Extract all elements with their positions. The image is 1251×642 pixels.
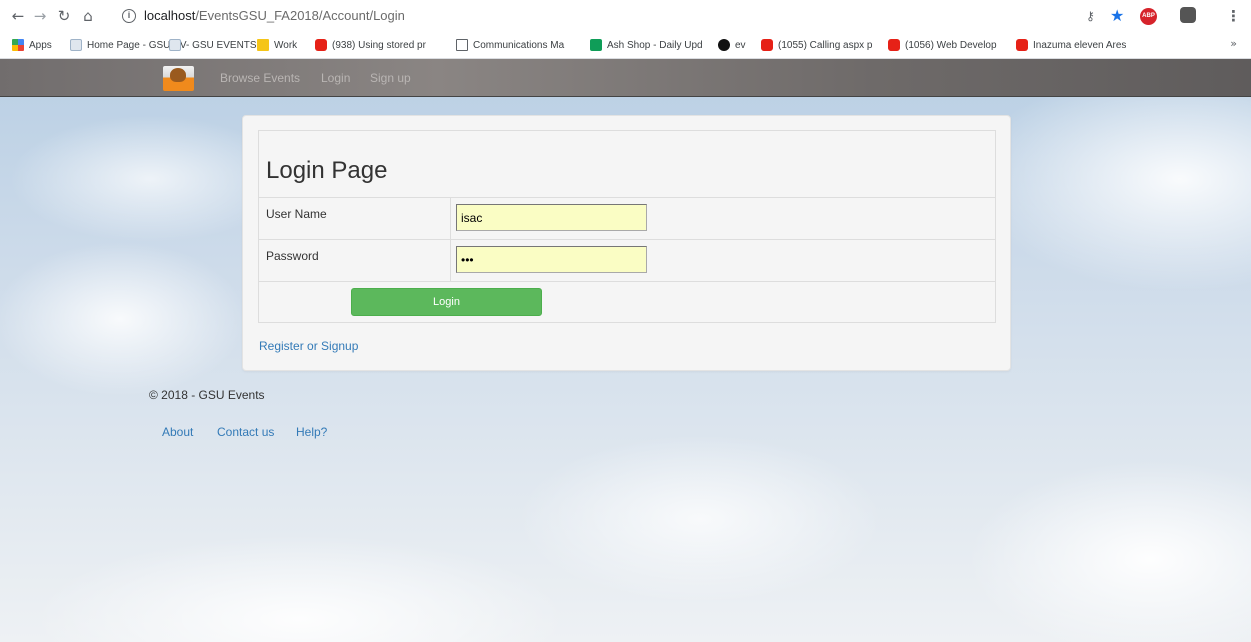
bookmark-folder-work[interactable]: Work bbox=[257, 37, 297, 53]
page-viewport: Browse Events Login Sign up Login Page U… bbox=[0, 59, 1251, 642]
reload-icon[interactable]: ↻ bbox=[54, 6, 74, 26]
bookmark-label: Ash Shop - Daily Upd bbox=[607, 39, 703, 51]
nav-login[interactable]: Login bbox=[321, 71, 350, 85]
bookmark-item[interactable]: Communications Ma bbox=[456, 37, 564, 53]
browser-chrome: ← → ↻ ⌂ i localhost/EventsGSU_FA2018/Acc… bbox=[0, 0, 1251, 59]
login-form-table: Login Page User Name Password Login bbox=[258, 130, 996, 323]
page-title: Login Page bbox=[266, 157, 388, 184]
url-path: /EventsGSU_FA2018/Account/Login bbox=[195, 8, 405, 23]
bookmark-label: (1055) Calling aspx p bbox=[778, 39, 873, 51]
bookmark-item[interactable]: - GSU EVENTS bbox=[169, 37, 257, 53]
footer-help-link[interactable]: Help? bbox=[296, 425, 327, 439]
nav-sign-up[interactable]: Sign up bbox=[370, 71, 411, 85]
nav-browse-events[interactable]: Browse Events bbox=[220, 71, 300, 85]
youtube-icon bbox=[1016, 39, 1028, 51]
login-panel: Login Page User Name Password Login Regi… bbox=[242, 115, 1011, 371]
register-link[interactable]: Register or Signup bbox=[259, 339, 358, 353]
bookmark-item[interactable]: (938) Using stored pr bbox=[315, 37, 426, 53]
youtube-icon bbox=[315, 39, 327, 51]
apps-grid-icon bbox=[12, 39, 24, 51]
bookmark-label: (1056) Web Develop bbox=[905, 39, 997, 51]
address-bar[interactable]: i localhost/EventsGSU_FA2018/Account/Log… bbox=[104, 3, 1134, 29]
url-host: localhost bbox=[144, 8, 196, 23]
bookmark-item[interactable]: Ash Shop - Daily Upd bbox=[590, 37, 703, 53]
sheets-icon bbox=[590, 39, 602, 51]
password-input[interactable] bbox=[456, 246, 647, 273]
forward-icon[interactable]: → bbox=[30, 6, 50, 26]
document-icon bbox=[456, 39, 468, 51]
adblock-icon[interactable]: ABP bbox=[1140, 8, 1157, 25]
button-row: Login bbox=[259, 282, 995, 322]
bookmark-label: ev bbox=[735, 39, 746, 51]
copyright-text: © 2018 - GSU Events bbox=[149, 388, 265, 402]
bookmarks-more-icon[interactable]: » bbox=[1230, 37, 1237, 50]
info-icon[interactable]: i bbox=[122, 9, 136, 23]
bookmark-item[interactable]: (1055) Calling aspx p bbox=[761, 37, 873, 53]
home-icon[interactable]: ⌂ bbox=[78, 6, 98, 26]
url-text[interactable]: localhost/EventsGSU_FA2018/Account/Login bbox=[144, 8, 405, 23]
page-icon bbox=[169, 39, 181, 51]
site-navbar: Browse Events Login Sign up bbox=[0, 59, 1251, 97]
bookmark-item[interactable]: Inazuma eleven Ares bbox=[1016, 37, 1126, 53]
bookmark-label: Inazuma eleven Ares bbox=[1033, 39, 1127, 51]
login-button[interactable]: Login bbox=[351, 288, 542, 316]
bookmark-label: (938) Using stored pr bbox=[332, 39, 426, 51]
kebab-menu-icon[interactable]: ⋮ bbox=[1226, 6, 1241, 26]
page-icon bbox=[70, 39, 82, 51]
password-row: Password bbox=[259, 240, 995, 282]
title-row: Login Page bbox=[259, 131, 995, 198]
back-icon[interactable]: ← bbox=[8, 6, 28, 26]
username-label: User Name bbox=[266, 207, 327, 221]
footer-about-link[interactable]: About bbox=[162, 425, 193, 439]
username-row: User Name bbox=[259, 198, 995, 240]
bookmark-item[interactable]: (1056) Web Develop bbox=[888, 37, 997, 53]
youtube-icon bbox=[888, 39, 900, 51]
gsu-logo-icon[interactable] bbox=[163, 66, 194, 91]
bookmark-apps[interactable]: Apps bbox=[12, 37, 52, 53]
github-icon bbox=[718, 39, 730, 51]
cell-divider bbox=[450, 240, 451, 281]
youtube-icon bbox=[761, 39, 773, 51]
tiger-mascot-icon bbox=[170, 68, 186, 82]
star-icon[interactable]: ★ bbox=[1110, 6, 1124, 26]
username-input[interactable] bbox=[456, 204, 647, 231]
footer-contact-link[interactable]: Contact us bbox=[217, 425, 274, 439]
bookmark-label: Communications Ma bbox=[473, 39, 565, 51]
extension-icon[interactable] bbox=[1180, 7, 1196, 23]
bookmark-label: - GSU EVENTS bbox=[186, 39, 257, 51]
browser-toolbar: ← → ↻ ⌂ i localhost/EventsGSU_FA2018/Acc… bbox=[0, 0, 1251, 32]
bookmark-label: Work bbox=[274, 39, 298, 51]
cell-divider bbox=[450, 198, 451, 239]
bookmark-label: Apps bbox=[29, 39, 52, 51]
key-icon[interactable]: ⚷ bbox=[1086, 6, 1095, 26]
folder-icon bbox=[257, 39, 269, 51]
bookmarks-bar: Apps Home Page - GSU EV - GSU EVENTS Wor… bbox=[0, 32, 1251, 58]
bookmark-item[interactable]: ev bbox=[718, 37, 746, 53]
password-label: Password bbox=[266, 249, 319, 263]
